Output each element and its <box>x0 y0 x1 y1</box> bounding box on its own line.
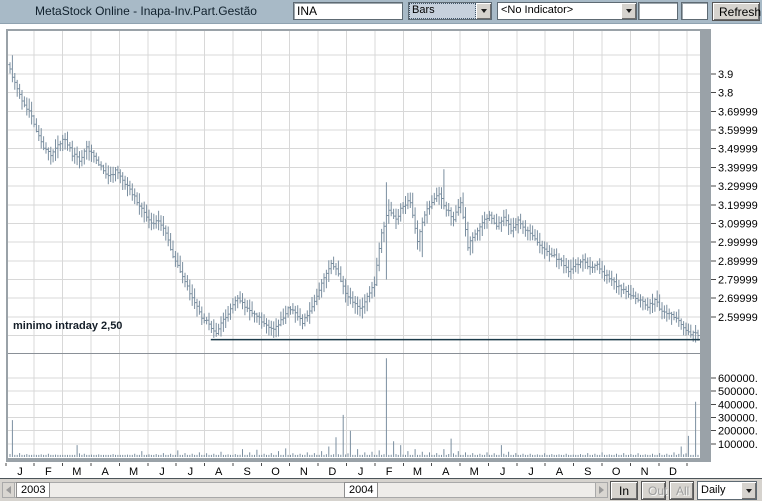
svg-text:2.69999: 2.69999 <box>718 293 758 305</box>
period-dropdown-button[interactable] <box>741 482 756 499</box>
svg-text:N: N <box>300 466 308 478</box>
svg-text:2.79999: 2.79999 <box>718 275 758 287</box>
zoom-in-button[interactable]: In <box>610 481 638 500</box>
svg-text:O: O <box>612 466 621 478</box>
svg-text:J: J <box>159 466 165 478</box>
svg-text:S: S <box>243 466 250 478</box>
svg-text:J: J <box>358 466 364 478</box>
svg-text:F: F <box>45 466 52 478</box>
svg-text:2.99999: 2.99999 <box>718 237 758 249</box>
svg-text:3.8: 3.8 <box>718 88 733 100</box>
svg-text:3.29999: 3.29999 <box>718 181 758 193</box>
period-value: Daily <box>701 484 726 496</box>
svg-text:600000.: 600000. <box>718 373 758 385</box>
svg-text:O: O <box>271 466 280 478</box>
svg-text:J: J <box>17 466 23 478</box>
svg-text:J: J <box>188 466 194 478</box>
svg-text:300000.: 300000. <box>718 413 758 425</box>
svg-text:N: N <box>641 466 649 478</box>
price-volume-chart: 3.9 3.8 3.69999 3.59999 3.49999 3.39999 3.2999… <box>5 29 758 478</box>
svg-text:3.09999: 3.09999 <box>718 218 758 230</box>
svg-text:M: M <box>413 466 422 478</box>
svg-text:M: M <box>470 466 479 478</box>
svg-text:2.59999: 2.59999 <box>718 312 758 324</box>
svg-text:F: F <box>386 466 393 478</box>
time-scrollbar[interactable] <box>2 482 608 498</box>
svg-text:J: J <box>500 466 506 478</box>
svg-text:J: J <box>528 466 534 478</box>
svg-text:3.69999: 3.69999 <box>718 106 758 118</box>
svg-text:100000.: 100000. <box>718 439 758 451</box>
year-label-2003: 2003 <box>16 482 51 498</box>
scroll-right-button[interactable] <box>595 482 608 498</box>
svg-text:3.49999: 3.49999 <box>718 144 758 156</box>
svg-text:3.19999: 3.19999 <box>718 200 758 212</box>
right-arrow-icon <box>599 486 604 494</box>
svg-text:400000.: 400000. <box>718 399 758 411</box>
svg-text:D: D <box>669 466 677 478</box>
time-scrollbar-row: 2003 2004 In Out All Daily <box>0 478 762 501</box>
svg-text:A: A <box>556 466 564 478</box>
svg-text:S: S <box>584 466 591 478</box>
svg-text:3.39999: 3.39999 <box>718 162 758 174</box>
zoom-all-button[interactable]: All <box>669 481 694 500</box>
scroll-left-button[interactable] <box>2 482 15 498</box>
svg-text:500000.: 500000. <box>718 386 758 398</box>
svg-text:M: M <box>129 466 138 478</box>
zoom-out-button[interactable]: Out <box>641 481 667 500</box>
period-select[interactable]: Daily <box>697 481 757 500</box>
svg-text:3.59999: 3.59999 <box>718 125 758 137</box>
year-label-2004: 2004 <box>344 482 379 498</box>
svg-text:D: D <box>328 466 336 478</box>
svg-text:A: A <box>442 466 450 478</box>
svg-text:M: M <box>72 466 81 478</box>
left-arrow-icon <box>6 486 11 494</box>
svg-text:A: A <box>101 466 109 478</box>
svg-text:200000.: 200000. <box>718 426 758 438</box>
svg-text:2.89999: 2.89999 <box>718 256 758 268</box>
chevron-down-icon <box>745 488 752 493</box>
svg-text:3.9: 3.9 <box>718 69 733 81</box>
metastock-window: MetaStock Online - Inapa-Inv.Part.Gestão… <box>0 0 762 501</box>
chart-annotation: minimo intraday 2,50 <box>13 320 123 332</box>
svg-text:A: A <box>215 466 223 478</box>
